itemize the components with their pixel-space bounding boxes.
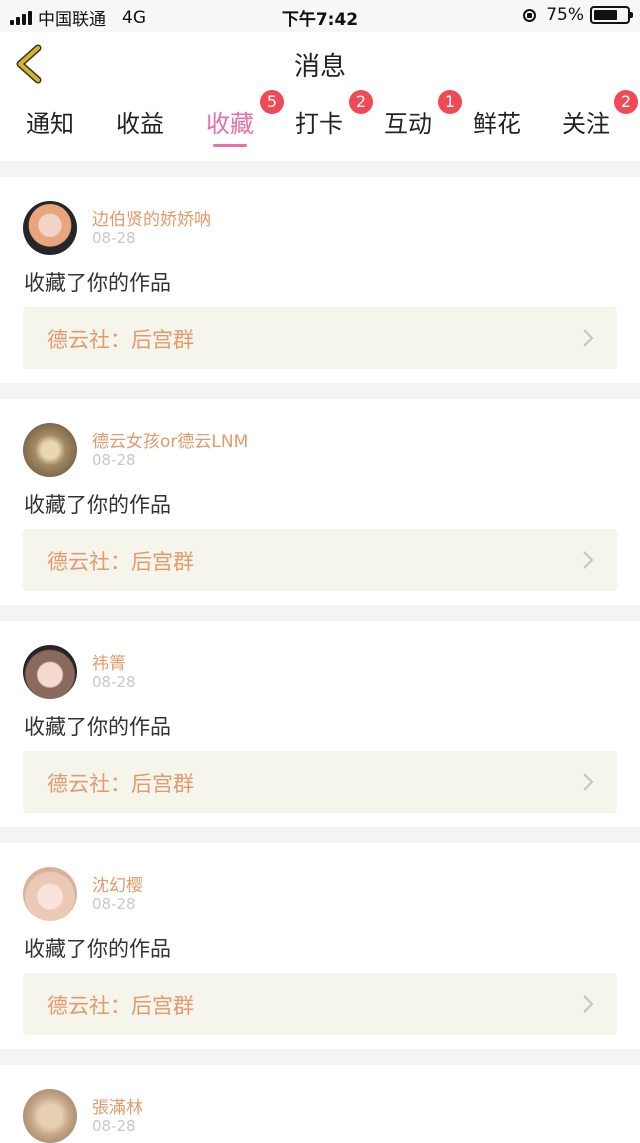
- navigation-bar: 消息: [0, 32, 640, 99]
- tab-label: 互动: [384, 110, 432, 138]
- tab-label: 关注: [562, 110, 610, 138]
- section-divider: [0, 827, 640, 843]
- message-item[interactable]: 張滿林 08-28: [0, 1065, 640, 1143]
- work-link[interactable]: 德云社：后宫群: [23, 307, 617, 369]
- chevron-right-icon: [583, 329, 594, 347]
- section-divider: [0, 605, 640, 621]
- rotation-lock-icon: [523, 8, 537, 22]
- message-item[interactable]: 德云女孩or德云LNM 08-28 收藏了你的作品 德云社：后宫群: [0, 399, 640, 605]
- tab-bar: 通知 收益 收藏 5 打卡 2 互动 1 鲜花 关注 2: [0, 90, 640, 156]
- avatar[interactable]: [23, 1089, 77, 1143]
- work-link[interactable]: 德云社：后宫群: [23, 751, 617, 813]
- tab-notifications[interactable]: 通知: [26, 104, 74, 139]
- chevron-right-icon: [583, 773, 594, 791]
- battery-icon: [590, 6, 633, 24]
- work-title: 德云社：后宫群: [47, 772, 194, 796]
- message-item[interactable]: 祎箐 08-28 收藏了你的作品 德云社：后宫群: [0, 621, 640, 827]
- section-divider: [0, 383, 640, 399]
- status-bar: 中国联通 4G 下午7:42 75%: [0, 0, 640, 32]
- avatar[interactable]: [23, 645, 77, 699]
- message-item[interactable]: 边伯贤的娇娇呐 08-28 收藏了你的作品 德云社：后宫群: [0, 177, 640, 383]
- work-title: 德云社：后宫群: [47, 550, 194, 574]
- tab-label: 通知: [26, 110, 74, 138]
- message-text: 收藏了你的作品: [24, 271, 171, 295]
- tab-badge: 5: [260, 90, 284, 114]
- message-date: 08-28: [92, 1117, 136, 1135]
- tab-flowers[interactable]: 鲜花: [473, 104, 521, 139]
- message-text: 收藏了你的作品: [24, 937, 171, 961]
- user-name[interactable]: 德云女孩or德云LNM: [92, 427, 248, 452]
- user-name[interactable]: 边伯贤的娇娇呐: [92, 205, 211, 230]
- avatar[interactable]: [23, 201, 77, 255]
- user-name[interactable]: 沈幻樱: [92, 871, 143, 896]
- tab-label: 鲜花: [473, 110, 521, 138]
- message-item[interactable]: 沈幻樱 08-28 收藏了你的作品 德云社：后宫群: [0, 843, 640, 1049]
- chevron-right-icon: [583, 551, 594, 569]
- avatar[interactable]: [23, 867, 77, 921]
- battery-percent: 75%: [546, 5, 584, 25]
- tab-interactions[interactable]: 互动 1: [384, 90, 462, 139]
- page-title: 消息: [293, 52, 346, 82]
- tab-following[interactable]: 关注 2: [562, 90, 638, 139]
- work-title: 德云社：后宫群: [47, 994, 194, 1018]
- work-link[interactable]: 德云社：后宫群: [23, 529, 617, 591]
- message-text: 收藏了你的作品: [24, 715, 171, 739]
- tab-favorites[interactable]: 收藏 5: [206, 90, 284, 147]
- tab-badge: 2: [349, 90, 373, 114]
- avatar[interactable]: [23, 423, 77, 477]
- tab-label: 收藏: [206, 110, 254, 138]
- tab-badge: 2: [614, 90, 638, 114]
- tab-label: 收益: [116, 110, 164, 138]
- section-divider: [0, 1049, 640, 1065]
- section-divider: [0, 161, 640, 177]
- message-date: 08-28: [92, 895, 136, 913]
- tab-label: 打卡: [295, 110, 343, 138]
- message-date: 08-28: [92, 451, 136, 469]
- message-text: 收藏了你的作品: [24, 493, 171, 517]
- tab-badge: 1: [438, 90, 462, 114]
- tab-earnings[interactable]: 收益: [116, 104, 164, 139]
- chevron-right-icon: [583, 995, 594, 1013]
- tab-checkin[interactable]: 打卡 2: [295, 90, 373, 139]
- message-date: 08-28: [92, 673, 136, 691]
- user-name[interactable]: 祎箐: [92, 649, 126, 674]
- user-name[interactable]: 張滿林: [92, 1093, 143, 1118]
- message-date: 08-28: [92, 229, 136, 247]
- status-right: 75%: [523, 5, 633, 25]
- active-tab-indicator: [213, 144, 247, 147]
- battery-fill: [594, 10, 617, 20]
- work-link[interactable]: 德云社：后宫群: [23, 973, 617, 1035]
- work-title: 德云社：后宫群: [47, 328, 194, 352]
